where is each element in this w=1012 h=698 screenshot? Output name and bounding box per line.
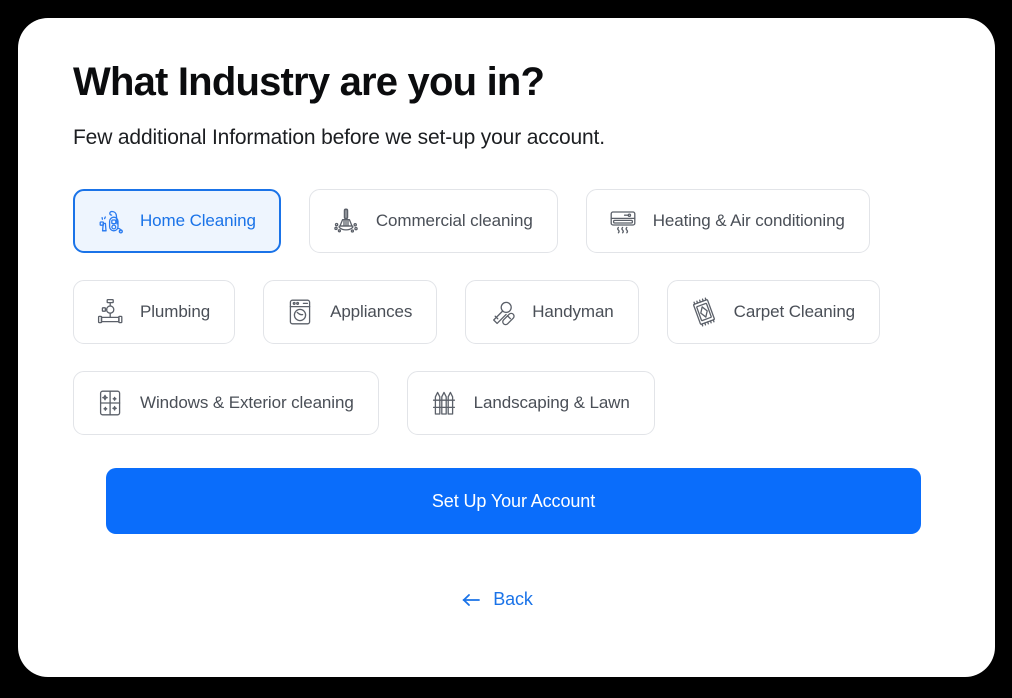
rug-icon — [688, 296, 720, 328]
onboarding-sheet: What Industry are you in? Few additional… — [18, 18, 995, 677]
back-container: Back — [73, 589, 921, 610]
back-label: Back — [493, 589, 533, 609]
vacuum-cleaner-icon — [94, 205, 126, 237]
industry-option-carpet-cleaning[interactable]: Carpet Cleaning — [666, 280, 881, 344]
industry-option-label: Commercial cleaning — [375, 211, 533, 230]
set-up-account-button[interactable]: Set Up Your Account — [106, 468, 921, 534]
industry-option-label: Carpet Cleaning — [733, 302, 856, 321]
industry-option-handyman[interactable]: Handyman — [465, 280, 639, 344]
industry-option-label: Heating & Air conditioning — [652, 211, 845, 230]
industry-option-label: Appliances — [330, 302, 413, 321]
broom-icon — [330, 205, 362, 237]
pipe-valve-icon — [94, 296, 126, 328]
industry-option-plumbing[interactable]: Plumbing — [73, 280, 236, 344]
industry-option-home-cleaning[interactable]: Home Cleaning — [73, 189, 281, 253]
industry-option-label: Landscaping & Lawn — [473, 393, 630, 412]
industry-option-label: Plumbing — [140, 302, 211, 321]
cta-container: Set Up Your Account — [73, 468, 921, 534]
arrow-left-icon — [461, 592, 481, 608]
app-screen: What Industry are you in? Few additional… — [0, 0, 1012, 698]
onboarding-content: What Industry are you in? Few additional… — [73, 58, 941, 610]
industry-option-label: Windows & Exterior cleaning — [140, 393, 354, 412]
window-icon — [94, 387, 126, 419]
industry-options-grid: Home Cleaning Commercial cleaning Heatin… — [73, 189, 923, 435]
fence-icon — [428, 387, 460, 419]
industry-option-label: Home Cleaning — [140, 211, 256, 230]
industry-option-label: Handyman — [532, 302, 614, 321]
industry-option-appliances[interactable]: Appliances — [263, 280, 438, 344]
page-title: What Industry are you in? — [73, 60, 545, 104]
air-conditioner-icon — [607, 205, 639, 237]
back-link[interactable]: Back — [461, 589, 533, 610]
industry-option-windows-exterior-cleaning[interactable]: Windows & Exterior cleaning — [73, 371, 379, 435]
industry-option-heating-air-conditioning[interactable]: Heating & Air conditioning — [585, 189, 870, 253]
hammer-wrench-icon — [486, 296, 518, 328]
industry-option-commercial-cleaning[interactable]: Commercial cleaning — [308, 189, 558, 253]
page-subtitle: Few additional Information before we set… — [73, 126, 605, 149]
industry-option-landscaping-lawn[interactable]: Landscaping & Lawn — [406, 371, 655, 435]
washing-machine-icon — [284, 296, 316, 328]
